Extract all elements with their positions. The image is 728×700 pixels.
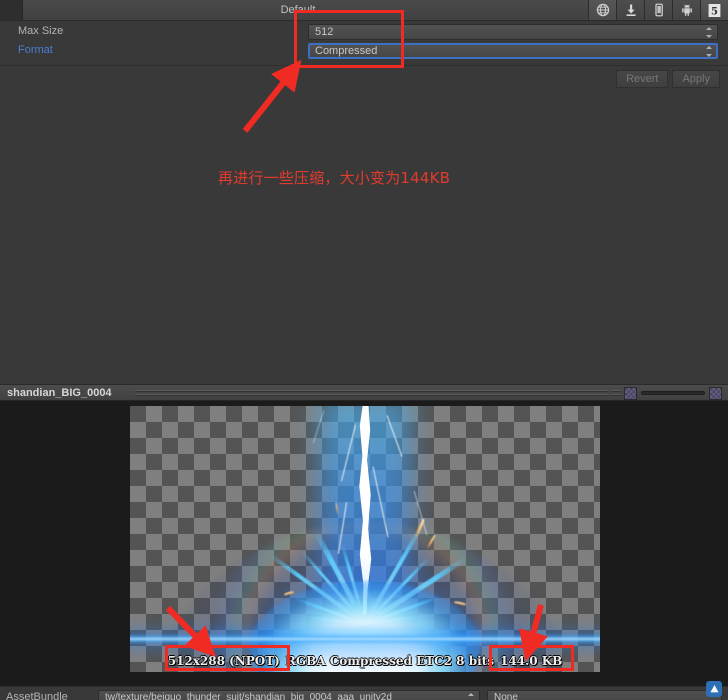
max-size-row: Max Size 512: [0, 24, 728, 40]
chevron-updown-icon: [706, 27, 713, 38]
alpha-channel-icon[interactable]: [709, 387, 722, 400]
format-label: Format: [18, 44, 53, 56]
max-size-value: 512: [315, 26, 334, 38]
action-buttons: Revert Apply: [616, 70, 720, 88]
annotation-note: 再进行一些压缩，大小变为144KB: [218, 169, 451, 187]
preview-drag-grip[interactable]: [135, 390, 608, 396]
standalone-platform-tab[interactable]: [616, 0, 644, 20]
platform-tab-bar: Default 5: [0, 0, 728, 21]
webgl-platform-tab[interactable]: 5: [700, 0, 728, 20]
format-row: Format Compressed: [0, 43, 728, 59]
preview-drag-grip-right[interactable]: [610, 390, 622, 396]
format-dropdown[interactable]: Compressed: [308, 43, 718, 59]
assetbundle-label: AssetBundle: [6, 691, 68, 700]
platform-tabs: 5: [588, 0, 728, 20]
max-size-dropdown[interactable]: 512: [308, 24, 718, 40]
platform-title: Default: [280, 4, 316, 16]
cloud-upload-icon: [709, 684, 719, 692]
unity-cloud-badge[interactable]: [706, 681, 722, 697]
section-divider: [0, 65, 728, 66]
assetbundle-variant-dropdown[interactable]: None: [487, 690, 722, 700]
texture-import-inspector: Default 5 Max Size 512 Format Compressed…: [0, 0, 728, 385]
revert-button[interactable]: Revert: [616, 70, 669, 88]
preview-header-bar[interactable]: shandian_BIG_0004: [0, 384, 728, 401]
texture-preview-image: 512x288 (NPOT) RGBA Compressed ETC2 8 bi…: [130, 406, 600, 672]
html5-icon: 5: [707, 3, 722, 18]
chevron-updown-icon: [706, 46, 713, 57]
android-icon: [680, 3, 694, 17]
mip-level-slider[interactable]: [641, 391, 705, 395]
apply-button[interactable]: Apply: [672, 70, 720, 88]
chevron-updown-icon: [468, 693, 475, 700]
globe-icon: [596, 3, 610, 17]
platform-property-area: Max Size 512 Format Compressed: [0, 21, 728, 65]
assetbundle-name-dropdown[interactable]: tw/texture/beiguo_thunder_suit/shandian_…: [98, 690, 480, 700]
svg-text:5: 5: [711, 6, 718, 17]
platform-bar-left-edge: [0, 0, 23, 20]
assetbundle-variant-value: None: [494, 692, 518, 700]
max-size-label: Max Size: [18, 25, 64, 37]
assetbundle-name-value: tw/texture/beiguo_thunder_suit/shandian_…: [105, 692, 392, 700]
vfx-ground-beam: [130, 634, 600, 644]
texture-preview-panel: 512x288 (NPOT) RGBA Compressed ETC2 8 bi…: [0, 401, 728, 686]
assetbundle-bar: AssetBundle tw/texture/beiguo_thunder_su…: [0, 686, 728, 700]
rgb-channel-icon[interactable]: [624, 387, 637, 400]
ios-platform-tab[interactable]: [644, 0, 672, 20]
download-icon: [624, 3, 638, 17]
preview-asset-name: shandian_BIG_0004: [7, 387, 112, 399]
default-platform-tab[interactable]: [588, 0, 616, 20]
iphone-icon: [652, 3, 666, 17]
format-value: Compressed: [315, 45, 378, 57]
android-platform-tab[interactable]: [672, 0, 700, 20]
